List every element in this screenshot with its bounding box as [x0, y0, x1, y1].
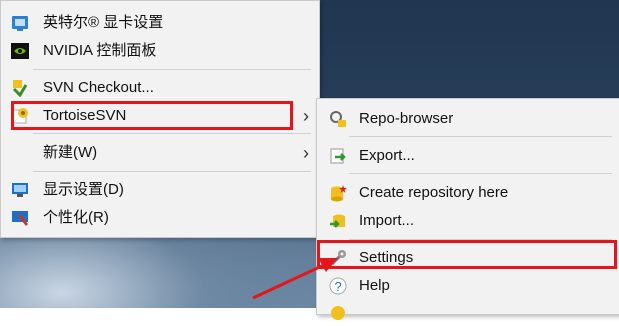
menu-item-intel-graphics[interactable]: 英特尔® 显卡设置: [1, 10, 319, 36]
export-icon: [329, 147, 347, 165]
settings-icon: [329, 249, 347, 267]
submenu-item-repo-browser[interactable]: Repo-browser: [317, 106, 619, 132]
menu-item-nvidia[interactable]: NVIDIA 控制面板: [1, 38, 319, 64]
desktop-context-menu: 英特尔® 显卡设置 NVIDIA 控制面板 SVN Checkout... To…: [0, 0, 320, 238]
help-icon: ?: [329, 277, 347, 295]
personalize-icon: [11, 209, 29, 227]
svn-checkout-icon: [11, 79, 29, 98]
menu-separator: [33, 69, 311, 70]
import-icon: [329, 212, 347, 230]
repo-browser-icon: [329, 110, 347, 128]
submenu-item-partial[interactable]: [317, 300, 619, 326]
submenu-item-import[interactable]: Import...: [317, 208, 619, 234]
svg-text:?: ?: [335, 279, 342, 294]
about-icon: [329, 304, 347, 322]
tortoisesvn-submenu: Repo-browser Export... Create repository…: [316, 98, 619, 320]
chevron-right-icon: ›: [303, 106, 309, 126]
submenu-item-create-repository[interactable]: Create repository here: [317, 180, 619, 206]
menu-separator: [33, 171, 311, 172]
submenu-item-help[interactable]: ? Help: [317, 273, 619, 299]
menu-separator: [349, 136, 612, 137]
menu-item-new[interactable]: 新建(W) ›: [1, 140, 319, 166]
menu-item-svn-checkout[interactable]: SVN Checkout...: [1, 75, 319, 101]
menu-item-personalize[interactable]: 个性化(R): [1, 205, 319, 231]
intel-graphics-icon: [11, 14, 29, 32]
nvidia-icon: [11, 42, 29, 60]
tortoisesvn-icon: [11, 107, 29, 125]
submenu-item-settings[interactable]: Settings: [317, 245, 619, 271]
menu-separator: [349, 239, 612, 240]
create-repo-icon: [329, 184, 347, 202]
display-settings-icon: [11, 181, 29, 199]
menu-item-tortoisesvn[interactable]: TortoiseSVN ›: [1, 103, 319, 129]
menu-separator: [33, 133, 311, 134]
chevron-right-icon: ›: [303, 143, 309, 163]
submenu-item-export[interactable]: Export...: [317, 143, 619, 169]
menu-separator: [349, 173, 612, 174]
menu-item-display-settings[interactable]: 显示设置(D): [1, 177, 319, 203]
